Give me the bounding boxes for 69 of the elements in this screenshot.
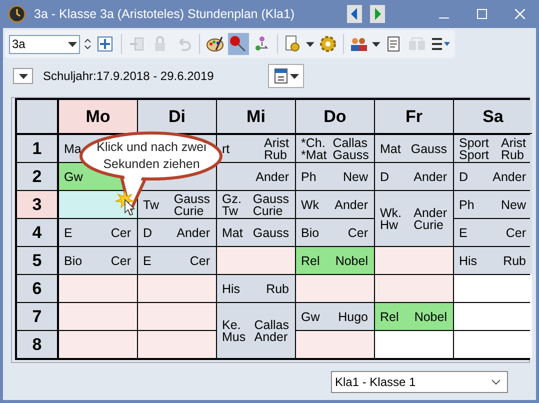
teacher: Cer	[110, 254, 131, 266]
teacher: Cer	[190, 254, 210, 266]
subject: D	[459, 170, 468, 182]
subject: Rel	[380, 310, 399, 322]
subject: Rel	[301, 254, 320, 266]
day-header: Fr	[375, 100, 453, 134]
period-header: 8	[17, 331, 58, 358]
teacher: Ander	[256, 170, 289, 182]
teacher: Arist Rub	[501, 136, 526, 160]
subject: Wk	[301, 198, 320, 210]
day-header: Sa	[454, 100, 532, 134]
subject: E	[143, 254, 152, 266]
teacher: Hugo	[338, 310, 368, 322]
subject: Ma	[64, 142, 82, 154]
subject: E	[64, 226, 72, 238]
subject: Bio	[301, 226, 320, 238]
subject: Ph	[459, 198, 474, 210]
subject: Sport Sport	[459, 136, 489, 160]
teacher: Nobel	[414, 310, 447, 322]
school-year: Schuljahr:17.9.2018 - 29.6.2019	[43, 69, 215, 83]
subject: His	[459, 254, 478, 266]
teacher: New	[342, 170, 368, 182]
teacher: Cer	[348, 226, 368, 238]
teacher: Rub	[266, 282, 289, 294]
period-header: 1	[17, 135, 58, 162]
period-header: 7	[17, 303, 58, 330]
teacher: Gauss Curie	[252, 192, 289, 216]
teacher: Ander	[492, 170, 526, 182]
subject: Mat	[380, 142, 401, 154]
subject: Wk. Hw	[380, 206, 402, 230]
teacher: Cer	[506, 226, 526, 238]
teacher: Cer	[110, 226, 131, 238]
period-header: 6	[17, 275, 58, 302]
day-header: Di	[138, 100, 216, 134]
subject: E	[459, 226, 468, 238]
teacher: Callas Ander	[254, 318, 289, 342]
teacher: Ander Curie	[414, 206, 447, 230]
day-header: Mi	[217, 100, 295, 134]
period-header: 5	[17, 247, 58, 274]
subject: D	[380, 170, 390, 182]
subject: Ph	[301, 170, 316, 182]
teacher: Gauss Curie	[174, 192, 210, 216]
period-header: 2	[17, 163, 58, 190]
day-header: Mo	[59, 100, 137, 134]
subject: Gz. Tw	[222, 192, 242, 216]
teacher: Gauss	[252, 226, 289, 238]
subject: D	[143, 226, 152, 238]
subject: *Ch. *Mat	[301, 136, 327, 160]
subject: Gw	[301, 310, 320, 322]
subject: Bio	[64, 254, 82, 266]
teacher: Callas Gauss	[332, 136, 369, 160]
subject: Gw	[64, 170, 83, 182]
teacher: Ander	[176, 226, 210, 238]
teacher: Rub	[503, 254, 526, 266]
subject: Tw	[143, 198, 159, 210]
subject: His	[222, 282, 240, 294]
teacher: Ander	[414, 170, 447, 182]
teacher: New	[500, 198, 526, 210]
teacher: Nobel	[335, 254, 368, 266]
teacher: Ander	[334, 198, 368, 210]
period-header: 4	[17, 219, 58, 246]
day-header: Do	[296, 100, 374, 134]
window-title: 3a - Klasse 3a (Aristoteles) Stundenplan (Kla1)	[34, 7, 296, 21]
subject: Ke. Mus	[222, 318, 246, 342]
subject: rt	[222, 142, 230, 154]
subject: Mat	[222, 226, 243, 238]
teacher: Gauss	[410, 142, 447, 154]
teacher: Arist Rub	[264, 136, 289, 160]
period-header: 3	[17, 191, 58, 218]
